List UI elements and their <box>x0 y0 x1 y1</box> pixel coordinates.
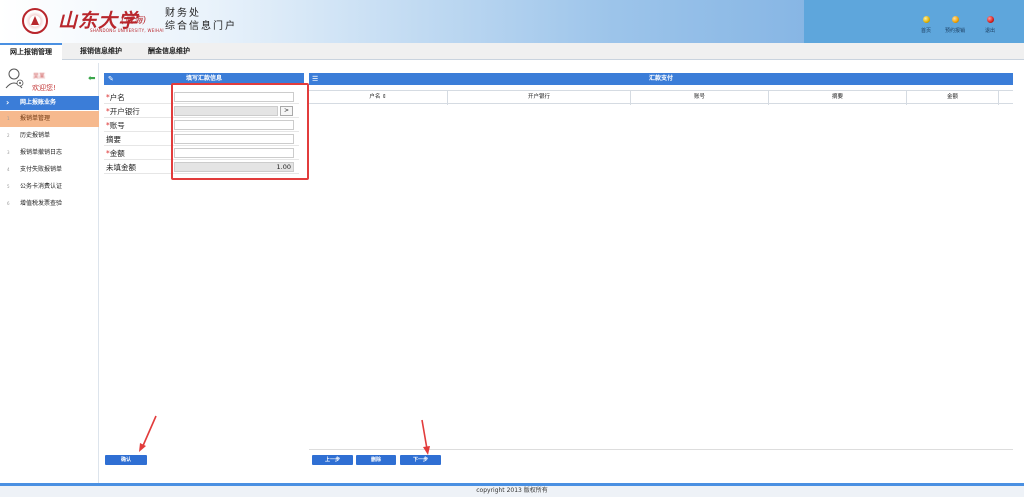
amount-label: *金额 <box>106 149 125 158</box>
list-icon: ☰ <box>312 75 319 83</box>
column-account-number: 账号 <box>630 91 768 105</box>
university-campus-text: (威海) <box>121 16 147 26</box>
sidebar-item-number: 6 <box>7 201 10 206</box>
logout-dot-icon <box>986 16 994 23</box>
remittance-list-title-text: 汇款支付 <box>648 75 673 82</box>
sidebar-item-label: 公务卡消费认证 <box>20 183 63 190</box>
portal-name: 综合信息门户 <box>165 21 237 32</box>
sidebar-item-label: 报销单撤销日志 <box>20 149 63 156</box>
sidebar-item-card-auth[interactable]: 5 公务卡消费认证 <box>0 179 99 195</box>
account-number-label: *账号 <box>106 121 125 130</box>
previous-step-button[interactable]: 上一步 <box>312 455 353 465</box>
booking-button[interactable]: 预约报销 <box>940 16 970 34</box>
delete-button[interactable]: 删除 <box>356 455 396 465</box>
header-actions: 首页 预约报销 退出 <box>804 0 1024 43</box>
home-dot-icon <box>922 16 930 23</box>
next-step-button[interactable]: 下一步 <box>400 455 441 465</box>
home-button[interactable]: 首页 <box>911 16 941 34</box>
remittance-list-panel: ☰ 汇款支付 户名 ⇕ 开户银行 账号 摘要 金额 <box>309 73 1013 473</box>
annotation-arrow-icon <box>421 419 430 455</box>
table-header: 户名 ⇕ 开户银行 账号 摘要 金额 <box>309 90 1013 105</box>
sidebar-item-label: 支付失败报销单 <box>20 166 63 173</box>
remittance-list-title: ☰ 汇款支付 <box>309 73 1013 85</box>
remittance-form-title-text: 填写汇款信息 <box>185 75 222 82</box>
summary-label: 摘要 <box>106 135 121 144</box>
column-bank: 开户银行 <box>447 91 630 105</box>
booking-dot-icon <box>951 16 959 23</box>
booking-label: 预约报销 <box>944 28 965 34</box>
sidebar-item-label: 报销单管理 <box>20 115 51 122</box>
tab-reimbursement-info[interactable]: 报销信息维护 <box>70 43 132 60</box>
annotation-arrow-icon <box>139 415 157 452</box>
tab-online-reimbursement[interactable]: 网上报销管理 <box>0 43 62 60</box>
university-seal-icon <box>22 8 48 34</box>
home-label: 首页 <box>920 28 931 34</box>
sidebar-item-number: 4 <box>7 167 10 172</box>
sidebar-item-number: 5 <box>7 184 10 189</box>
tab-remuneration-info[interactable]: 酬金信息维护 <box>138 43 200 60</box>
sidebar-item-reimbursement-management[interactable]: 1 报销单管理 <box>0 111 99 127</box>
collapse-arrow-icon[interactable]: ⬅ <box>88 75 96 84</box>
university-english-name: SHANDONG UNIVERSITY, WEIHAI <box>90 28 164 33</box>
welcome-text: 欢迎您! <box>32 84 56 92</box>
top-nav: 网上报销管理 报销信息维护 酬金信息维护 <box>0 43 1024 60</box>
department-name: 财务处 <box>165 8 201 19</box>
confirm-button[interactable]: 确认 <box>105 455 147 465</box>
column-summary: 摘要 <box>768 91 906 105</box>
column-account-name[interactable]: 户名 ⇕ <box>309 91 447 105</box>
sidebar-item-label: 增值税发票查验 <box>20 200 63 207</box>
app-header: 山东大学 (威海) SHANDONG UNIVERSITY, WEIHAI 财务… <box>0 0 1024 43</box>
sidebar-item-number: 1 <box>7 116 10 121</box>
sidebar-item-revoke-log[interactable]: 3 报销单撤销日志 <box>0 145 99 161</box>
sidebar-item-number: 3 <box>7 150 10 155</box>
logout-label: 退出 <box>984 28 995 34</box>
column-spacer <box>998 91 1013 105</box>
account-name-label: *户名 <box>106 93 125 102</box>
sidebar: 吴某 欢迎您! ⬅ › 网上报账业务 1 报销单管理 2 历史报销单 3 报销单… <box>0 63 99 484</box>
chevron-right-icon: › <box>6 98 10 107</box>
portal-title: 财务处 综合信息门户 <box>165 7 237 33</box>
sidebar-item-history[interactable]: 2 历史报销单 <box>0 128 99 144</box>
column-amount: 金额 <box>906 91 998 105</box>
sidebar-item-number: 2 <box>7 133 10 138</box>
sidebar-item-label: 历史报销单 <box>20 132 51 139</box>
logout-button[interactable]: 退出 <box>975 16 1005 34</box>
unfilled-amount-label: 未填金额 <box>106 163 136 172</box>
table-footer-divider <box>309 449 1013 450</box>
pencil-icon: ✎ <box>108 75 114 83</box>
user-box: 吴某 欢迎您! ⬅ <box>0 63 99 95</box>
copyright-text: copyright 2013 版权所有 <box>476 487 548 494</box>
username: 吴某 <box>33 73 46 80</box>
user-avatar-icon <box>5 68 24 89</box>
sidebar-item-vat-check[interactable]: 6 增值税发票查验 <box>0 196 99 212</box>
footer: copyright 2013 版权所有 <box>0 483 1024 497</box>
sidebar-item-payment-failed[interactable]: 4 支付失败报销单 <box>0 162 99 178</box>
sidebar-section-title[interactable]: › 网上报账业务 <box>0 96 99 110</box>
bank-label: *开户银行 <box>106 107 140 116</box>
highlight-box <box>171 83 309 180</box>
sidebar-section-label: 网上报账业务 <box>20 99 57 106</box>
